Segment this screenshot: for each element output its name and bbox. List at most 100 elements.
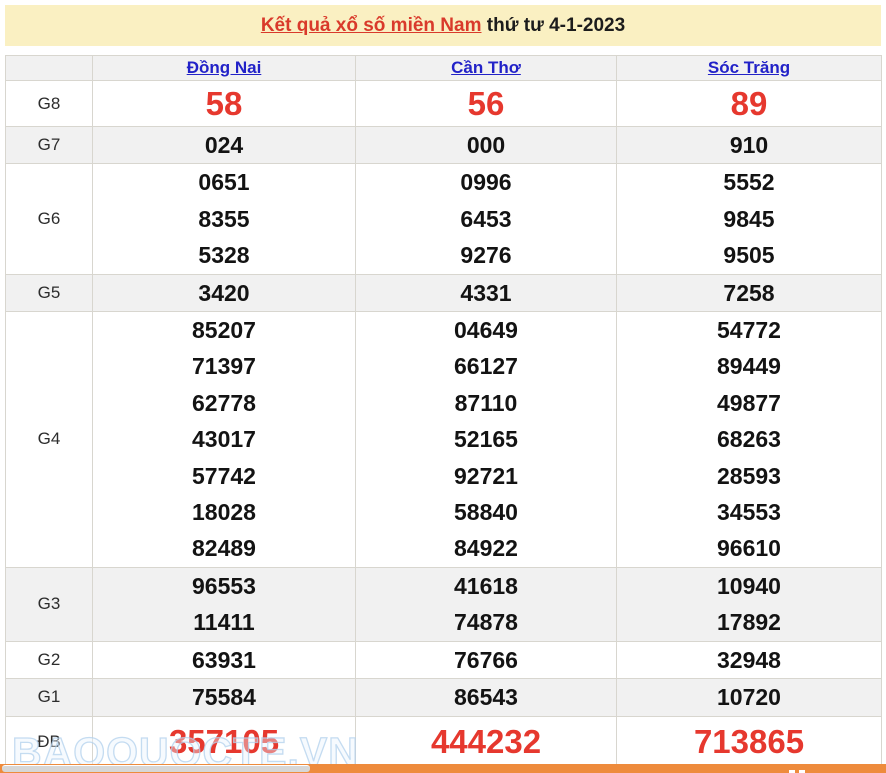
table-row-g1: G1 75584 86543 10720 <box>5 678 882 717</box>
prize-number: 76766 <box>454 646 518 673</box>
prize-number: 34553 <box>717 499 781 526</box>
prize-cell: 04649 66127 87110 52165 92721 58840 84922 <box>355 311 617 568</box>
prize-number: 5552 <box>723 169 775 196</box>
prize-number: 18028 <box>192 499 256 526</box>
prize-number: 7258 <box>723 279 775 306</box>
prize-cell: 54772 89449 49877 68263 28593 34553 96610 <box>616 311 882 568</box>
table-row-db: ĐB 357105 444232 713865 <box>5 715 882 768</box>
prize-number: 75584 <box>192 684 256 711</box>
prize-number: 9505 <box>723 242 775 269</box>
prize-number: 82489 <box>192 535 256 562</box>
corner-cell <box>5 55 93 81</box>
prize-number: 56 <box>467 85 505 122</box>
prize-number: 43017 <box>192 426 256 453</box>
prize-cell: 96553 11411 <box>92 566 356 642</box>
prize-label: G4 <box>5 311 93 568</box>
prize-label: G3 <box>5 566 93 642</box>
prize-number: 5328 <box>198 242 250 269</box>
prize-cell: 713865 <box>616 715 882 768</box>
prize-cell: 5552 9845 9505 <box>616 163 882 275</box>
prize-cell: 85207 71397 62778 43017 57742 18028 82489 <box>92 311 356 568</box>
title-link[interactable]: Kết quả xổ số miền Nam <box>261 15 482 37</box>
column-header-can-tho: Cần Thơ <box>355 55 617 81</box>
prize-cell: 41618 74878 <box>355 566 617 642</box>
prize-number: 52165 <box>454 426 518 453</box>
scrollbar-thumb[interactable] <box>2 765 310 772</box>
prize-cell: 10720 <box>616 678 882 717</box>
horizontal-scrollbar[interactable] <box>0 764 886 773</box>
header-row: Đồng Nai Cần Thơ Sóc Trăng <box>5 55 882 81</box>
page-title: Kết quả xổ số miền Nam thứ tư 4-1-2023 <box>5 5 881 46</box>
prize-number: 000 <box>466 132 506 158</box>
prize-number: 41618 <box>454 572 518 599</box>
prize-number: 68263 <box>717 426 781 453</box>
prize-number: 84922 <box>454 535 518 562</box>
prize-number: 96553 <box>192 572 256 599</box>
prize-number: 32948 <box>717 646 781 673</box>
prize-cell: 357105 <box>92 715 356 768</box>
table-row-g8: G8 58 56 89 <box>5 80 882 127</box>
prize-number: 85207 <box>192 317 256 344</box>
prize-number: 87110 <box>454 389 518 416</box>
prize-label: G2 <box>5 640 93 680</box>
prize-number: 04649 <box>454 317 518 344</box>
prize-number: 910 <box>729 132 769 158</box>
prize-number: 58840 <box>454 499 518 526</box>
column-header-dong-nai: Đồng Nai <box>92 55 356 81</box>
province-link-soc-trang[interactable]: Sóc Trăng <box>708 58 790 77</box>
prize-cell: 4331 <box>355 273 617 313</box>
prize-number: 713865 <box>693 722 805 760</box>
prize-label: G5 <box>5 273 93 313</box>
prize-label: G6 <box>5 163 93 275</box>
prize-number: 86543 <box>454 684 518 711</box>
lottery-results-table: Đồng Nai Cần Thơ Sóc Trăng G8 58 56 89 G… <box>5 55 882 768</box>
prize-cell: 0651 8355 5328 <box>92 163 356 275</box>
prize-cell: 63931 <box>92 640 356 680</box>
prize-number: 4331 <box>460 279 512 306</box>
prize-number: 62778 <box>192 389 256 416</box>
prize-number: 6453 <box>460 205 512 232</box>
prize-number: 74878 <box>454 609 518 636</box>
prize-number: 66127 <box>454 353 518 380</box>
table-row-g7: G7 024 000 910 <box>5 125 882 165</box>
prize-cell: 444232 <box>355 715 617 768</box>
title-date: thứ tư 4-1-2023 <box>481 14 626 36</box>
prize-number: 89 <box>730 85 768 122</box>
page: Kết quả xổ số miền Nam thứ tư 4-1-2023 Đ… <box>0 0 886 773</box>
prize-cell: 910 <box>616 125 882 165</box>
table-row-g4: G4 85207 71397 62778 43017 57742 18028 82489 0… <box>5 311 882 568</box>
prize-cell: 89 <box>616 80 882 127</box>
prize-number: 92721 <box>454 462 518 489</box>
prize-number: 49877 <box>717 389 781 416</box>
prize-cell: 024 <box>92 125 356 165</box>
prize-number: 28593 <box>717 462 781 489</box>
prize-cell: 10940 17892 <box>616 566 882 642</box>
prize-cell: 7258 <box>616 273 882 313</box>
prize-cell: 75584 <box>92 678 356 717</box>
prize-number: 024 <box>204 132 244 158</box>
prize-number: 71397 <box>192 353 256 380</box>
prize-label: G8 <box>5 80 93 127</box>
prize-number: 3420 <box>198 279 250 306</box>
prize-number: 11411 <box>193 609 255 636</box>
prize-number: 8355 <box>198 205 250 232</box>
prize-label: ĐB <box>5 715 93 768</box>
prize-number: 0651 <box>198 169 250 196</box>
prize-number: 9845 <box>723 205 775 232</box>
prize-cell: 86543 <box>355 678 617 717</box>
table-row-g2: G2 63931 76766 32948 <box>5 640 882 680</box>
prize-number: 444232 <box>430 722 542 760</box>
prize-cell: 76766 <box>355 640 617 680</box>
prize-number: 96610 <box>717 535 781 562</box>
column-header-soc-trang: Sóc Trăng <box>616 55 882 81</box>
prize-number: 0996 <box>460 169 512 196</box>
prize-number: 10720 <box>717 684 781 711</box>
province-link-can-tho[interactable]: Cần Thơ <box>451 58 521 77</box>
province-link-dong-nai[interactable]: Đồng Nai <box>187 58 262 77</box>
prize-number: 89449 <box>717 353 781 380</box>
table-row-g5: G5 3420 4331 7258 <box>5 273 882 313</box>
prize-number: 357105 <box>168 722 280 760</box>
prize-cell: 56 <box>355 80 617 127</box>
prize-cell: 32948 <box>616 640 882 680</box>
prize-number: 54772 <box>717 317 781 344</box>
